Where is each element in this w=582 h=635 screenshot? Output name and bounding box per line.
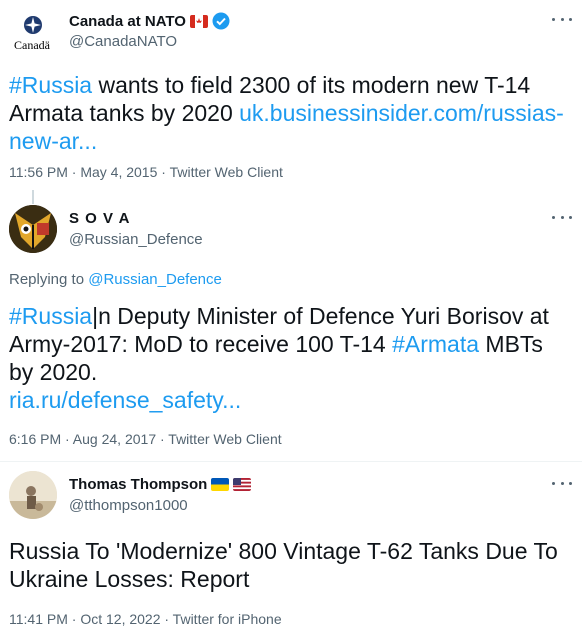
more-options-icon[interactable] — [552, 12, 572, 26]
hashtag-link[interactable]: #Russia — [9, 303, 92, 329]
verified-badge-icon — [212, 12, 230, 30]
ukraine-flag-icon — [211, 478, 230, 491]
tweet-thomas-thompson[interactable]: Thomas Thompson @tthompson1000 Russia To… — [0, 466, 582, 635]
display-name[interactable]: Thomas Thompson — [69, 476, 207, 493]
more-options-icon[interactable] — [552, 210, 572, 224]
name-row: Thomas Thompson — [69, 476, 252, 493]
tweet-timestamp[interactable]: 11:56 PM · May 4, 2015 · Twitter Web Cli… — [9, 164, 283, 180]
handle[interactable]: @tthompson1000 — [69, 497, 188, 514]
canada-flag-icon — [189, 14, 208, 28]
divider — [0, 461, 582, 462]
tweet-canada-nato[interactable]: Canadä Canada at NATO @CanadaNATO #Russi… — [0, 0, 582, 190]
tweet-text: #Russia|n Deputy Minister of Defence Yur… — [9, 302, 572, 414]
sova-avatar-icon — [9, 205, 57, 253]
tweet-text: #Russia wants to field 2300 of its moder… — [9, 71, 572, 155]
name-row: S O V A — [69, 210, 130, 227]
url-link[interactable]: ria.ru/defense_safety... — [9, 387, 241, 413]
avatar[interactable]: Canadä — [9, 8, 57, 56]
handle[interactable]: @Russian_Defence — [69, 231, 203, 248]
tweet-sova[interactable]: S O V A @Russian_Defence Replying to @Ru… — [0, 200, 582, 462]
name-row: Canada at NATO — [69, 12, 230, 30]
tweet-timestamp[interactable]: 11:41 PM · Oct 12, 2022 · Twitter for iP… — [9, 611, 282, 627]
tweet-timestamp[interactable]: 6:16 PM · Aug 24, 2017 · Twitter Web Cli… — [9, 431, 282, 447]
canada-wordmark: Canadä — [14, 38, 50, 52]
hashtag-link[interactable]: #Russia — [9, 72, 92, 98]
tweet-text: Russia To 'Modernize' 800 Vintage T-62 T… — [9, 538, 558, 592]
more-options-icon[interactable] — [552, 476, 572, 490]
display-name[interactable]: Canada at NATO — [69, 13, 186, 30]
thomas-avatar-icon — [9, 471, 57, 519]
hashtag-link[interactable]: #Armata — [392, 331, 479, 357]
replying-to-label: Replying to — [9, 271, 89, 288]
replying-to-handle-link[interactable]: @Russian_Defence — [88, 271, 222, 288]
replying-to: Replying to @Russian_Defence — [9, 271, 222, 288]
avatar[interactable] — [9, 471, 57, 519]
usa-flag-icon — [233, 478, 252, 491]
display-name[interactable]: S O V A — [69, 210, 130, 227]
handle[interactable]: @CanadaNATO — [69, 33, 177, 50]
avatar[interactable] — [9, 205, 57, 253]
